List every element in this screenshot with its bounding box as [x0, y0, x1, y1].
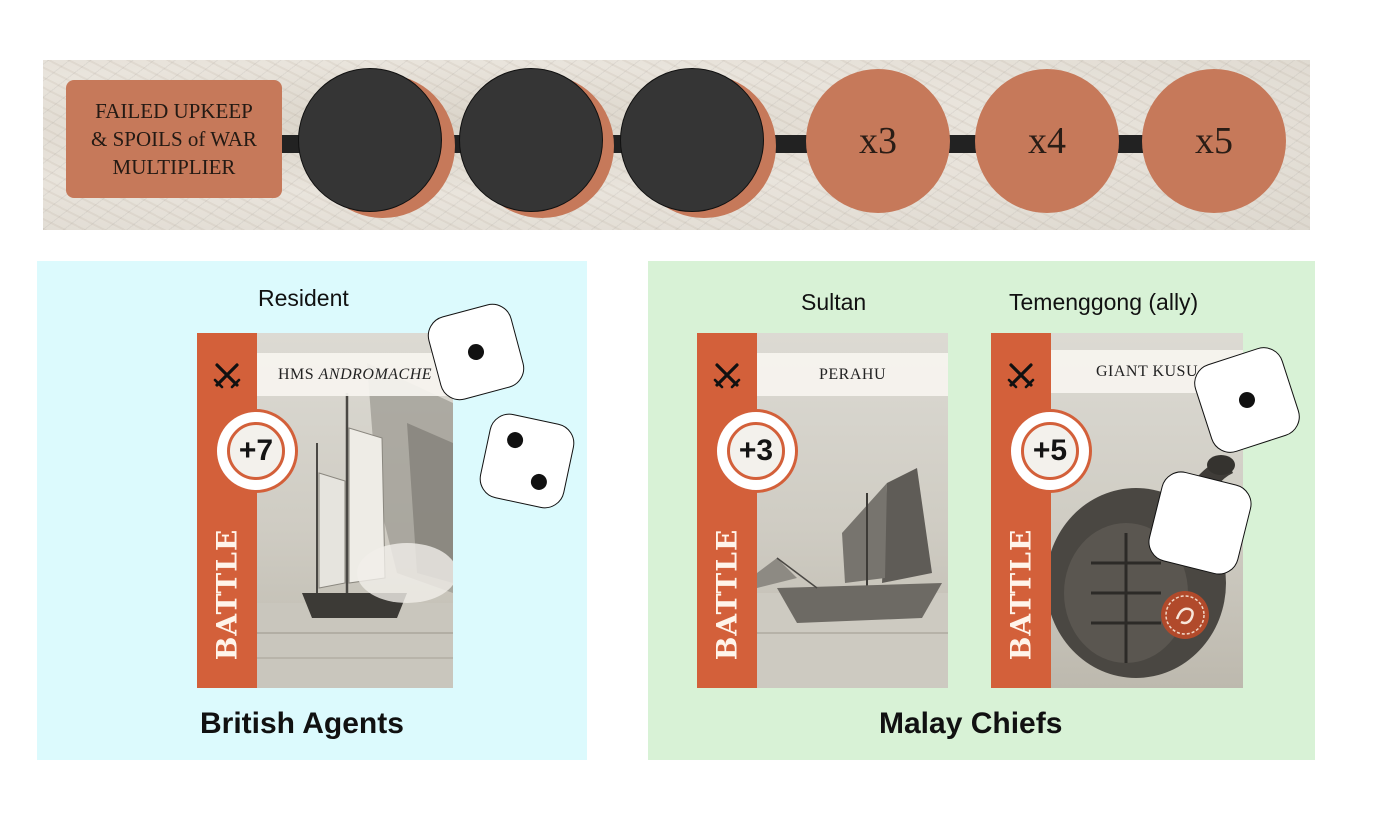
die-face-2[interactable] [475, 409, 579, 513]
track-title: FAILED UPKEEP & SPOILS of WAR MULTIPLIER [66, 80, 282, 198]
black-disc-token[interactable] [298, 68, 442, 212]
card-hms-andromache[interactable]: HMS ANDROMACHE +7 BATTLE [197, 333, 453, 688]
die-pip [529, 472, 549, 492]
faction-title-british: British Agents [200, 707, 404, 740]
role-label-resident: Resident [258, 285, 349, 311]
die-pip [466, 342, 486, 362]
card-perahu[interactable]: PERAHU +3 BATTLE [697, 333, 948, 688]
battle-modifier-badge: +3 [714, 409, 798, 493]
faction-title-malay: Malay Chiefs [879, 707, 1063, 740]
track-slot-x4[interactable]: x4 [975, 69, 1119, 213]
crossed-swords-icon [211, 359, 243, 391]
die-pip [1236, 389, 1258, 411]
battle-modifier-badge: +7 [214, 409, 298, 493]
malay-chiefs-panel: Sultan Temenggong (ally) PERAHU +3 BATTL… [648, 261, 1315, 760]
battle-modifier-badge: +5 [1008, 409, 1092, 493]
card-type-label: BATTLE [710, 528, 744, 660]
role-label-sultan: Sultan [801, 289, 867, 315]
faction-seal-icon [1161, 591, 1209, 639]
track-slot-x3[interactable]: x3 [806, 69, 950, 213]
role-label-temenggong: Temenggong (ally) [1009, 289, 1199, 315]
black-disc-token[interactable] [620, 68, 764, 212]
card-name: PERAHU [757, 353, 948, 396]
crossed-swords-icon [711, 359, 743, 391]
track-slot-x5[interactable]: x5 [1142, 69, 1286, 213]
crossed-swords-icon [1005, 359, 1037, 391]
card-type-label: BATTLE [1004, 528, 1038, 660]
black-disc-token[interactable] [459, 68, 603, 212]
british-agents-panel: Resident HMS ANDROMACHE +7 BATTLE Britis… [37, 261, 587, 760]
card-name: HMS ANDROMACHE [257, 353, 453, 396]
die-pip [505, 430, 525, 450]
card-type-label: BATTLE [210, 528, 244, 660]
multiplier-track: FAILED UPKEEP & SPOILS of WAR MULTIPLIER… [43, 60, 1310, 230]
